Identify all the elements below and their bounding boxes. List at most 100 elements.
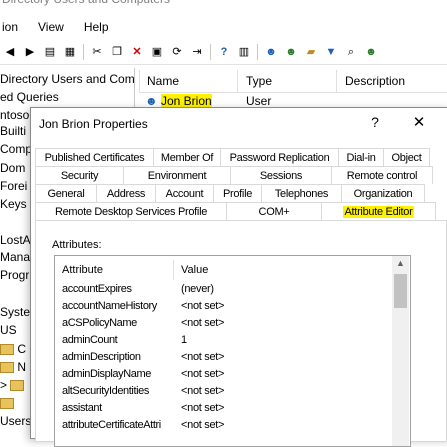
menu-help[interactable]: Help — [84, 20, 109, 34]
column-name[interactable]: Name — [147, 74, 179, 88]
tab-object[interactable]: Object — [383, 148, 430, 166]
tab-row-3: General Address Account Profile Telephon… — [35, 184, 425, 202]
attributes-label: Attributes: — [52, 239, 102, 251]
attribute-value: <not set> — [181, 300, 225, 312]
back-icon[interactable]: ◀ — [3, 45, 17, 59]
tree-keys[interactable]: Keys — [0, 196, 27, 212]
tab-dial-in[interactable]: Dial-in — [338, 148, 384, 166]
tree-domain[interactable]: ntoso. — [0, 107, 33, 123]
tree-users[interactable]: Users — [0, 413, 31, 429]
add-to-group-icon[interactable]: ☻ — [364, 45, 378, 59]
attribute-row[interactable]: aCSPolicyName <not set> — [55, 315, 391, 332]
tab-remote-desktop-services-profile[interactable]: Remote Desktop Services Profile — [35, 202, 227, 220]
tab-telephones[interactable]: Telephones — [261, 184, 342, 202]
forward-icon[interactable]: ▶ — [23, 45, 37, 59]
view-icon[interactable]: ▥ — [237, 45, 251, 59]
tab-environment[interactable]: Environment — [123, 166, 231, 184]
attribute-editor-panel: Attributes: Attribute Value accountExpir… — [35, 220, 447, 447]
tree-computers[interactable]: Comp — [0, 141, 32, 157]
tab-organization[interactable]: Organization — [341, 184, 425, 202]
attribute-row[interactable]: adminDescription <not set> — [55, 349, 391, 366]
tree-system[interactable]: Syste — [0, 304, 30, 320]
export-icon[interactable]: ⇥ — [190, 45, 204, 59]
menu-action[interactable]: ion — [2, 20, 18, 34]
tree-us[interactable]: US — [0, 322, 17, 338]
attribute-name: attributeCertificateAttri — [62, 419, 161, 431]
attribute-row[interactable]: accountNameHistory <not set> — [55, 298, 391, 315]
attribute-row[interactable]: adminDisplayName <not set> — [55, 366, 391, 383]
tree-saved-queries[interactable]: ed Queries — [0, 89, 59, 105]
attribute-row[interactable]: attributeCertificateAttri <not set> — [55, 417, 391, 434]
tree-ou-n[interactable]: N — [0, 359, 26, 375]
tab-sessions[interactable]: Sessions — [230, 166, 332, 184]
attr-column-value[interactable]: Value — [181, 264, 208, 276]
tab-address[interactable]: Address — [96, 184, 156, 202]
tree-ou-4[interactable] — [0, 395, 14, 411]
list-header: Name Type Description — [139, 70, 447, 93]
tree-ou-c[interactable]: C — [0, 341, 26, 357]
attribute-row[interactable]: adminCount 1 — [55, 332, 391, 349]
tab-com-plus[interactable]: COM+ — [226, 202, 322, 220]
attributes-list[interactable]: Attribute Value accountExpires (never) a… — [54, 255, 411, 447]
tree-program-data[interactable]: Progr — [0, 267, 29, 283]
toolbar: ◀ ▶ ▤ ▦ ✂ ❐ ✕ ▣ ⟳ ⇥ ? ▥ ☻ ☻ ▰ ▼ ⌕ ☻ — [0, 40, 447, 65]
tab-general[interactable]: General — [35, 184, 97, 202]
attribute-value: <not set> — [181, 419, 225, 431]
new-ou-icon[interactable]: ▰ — [304, 45, 318, 59]
console-tree-icon[interactable]: ▤ — [43, 45, 57, 59]
window-title: Directory Users and Computers — [0, 0, 447, 8]
cut-icon[interactable]: ✂ — [90, 45, 104, 59]
menu-view[interactable]: View — [38, 20, 64, 34]
tab-member-of[interactable]: Member Of — [153, 148, 221, 166]
attribute-value: <not set> — [181, 402, 225, 414]
tree-root[interactable]: Directory Users and Com — [0, 71, 135, 87]
attributes-scrollbar[interactable]: ▲ — [392, 256, 409, 446]
dialog-title: Jon Brion Properties — [39, 117, 148, 131]
tree-lostandfound[interactable]: LostA — [0, 232, 31, 248]
help-button[interactable]: ? — [368, 114, 382, 130]
scroll-thumb[interactable] — [394, 274, 407, 308]
tree-ou-expand[interactable]: > — [0, 377, 25, 393]
help-icon[interactable]: ? — [217, 45, 231, 59]
menu-bar: ion View Help — [0, 16, 447, 38]
tab-security[interactable]: Security — [35, 166, 124, 184]
new-user-icon[interactable]: ☻ — [264, 45, 278, 59]
properties-icon[interactable]: ▣ — [150, 45, 164, 59]
tree-domain-controllers[interactable]: Dom — [0, 160, 25, 176]
attribute-name: adminDescription — [62, 351, 141, 363]
column-type[interactable]: Type — [246, 74, 272, 88]
tab-account[interactable]: Account — [155, 184, 214, 202]
user-name: Jon Brion — [160, 94, 212, 108]
attribute-value: <not set> — [181, 351, 225, 363]
tab-published-certificates[interactable]: Published Certificates — [35, 148, 154, 166]
copy-icon[interactable]: ❐ — [110, 45, 124, 59]
delete-icon[interactable]: ✕ — [130, 45, 144, 59]
attribute-row[interactable]: assistant <not set> — [55, 400, 391, 417]
tab-attribute-editor[interactable]: Attribute Editor — [321, 202, 436, 220]
find-icon[interactable]: ⌕ — [344, 45, 358, 59]
tab-password-replication[interactable]: Password Replication — [220, 148, 339, 166]
tab-profile[interactable]: Profile — [213, 184, 262, 202]
attribute-name: aCSPolicyName — [62, 317, 137, 329]
tree-foreign-security[interactable]: Forei — [0, 178, 27, 194]
close-button[interactable]: ✕ — [411, 113, 427, 131]
tab-remote-control[interactable]: Remote control — [331, 166, 433, 184]
attribute-row[interactable]: accountExpires (never) — [55, 281, 391, 298]
refresh-icon[interactable]: ⟳ — [170, 45, 184, 59]
column-description[interactable]: Description — [345, 74, 405, 88]
attribute-value: (never) — [181, 283, 214, 295]
tree-builtin[interactable]: Builti — [0, 123, 26, 139]
filter-icon[interactable]: ▼ — [324, 45, 338, 59]
tree-managed[interactable]: Mana — [0, 249, 30, 265]
attribute-row[interactable]: altSecurityIdentities <not set> — [55, 383, 391, 400]
user-type: User — [246, 94, 272, 108]
folder-icon — [10, 380, 25, 392]
tab-row-1: Published Certificates Member Of Passwor… — [35, 148, 430, 166]
folder-icon — [0, 362, 14, 374]
new-group-icon[interactable]: ☻ — [284, 45, 298, 59]
tab-row-4: Remote Desktop Services Profile COM+ Att… — [35, 202, 436, 220]
attribute-name: assistant — [62, 402, 102, 414]
attr-column-attribute[interactable]: Attribute — [62, 264, 103, 276]
scroll-up-icon[interactable]: ▲ — [396, 258, 405, 268]
details-icon[interactable]: ▦ — [63, 45, 77, 59]
